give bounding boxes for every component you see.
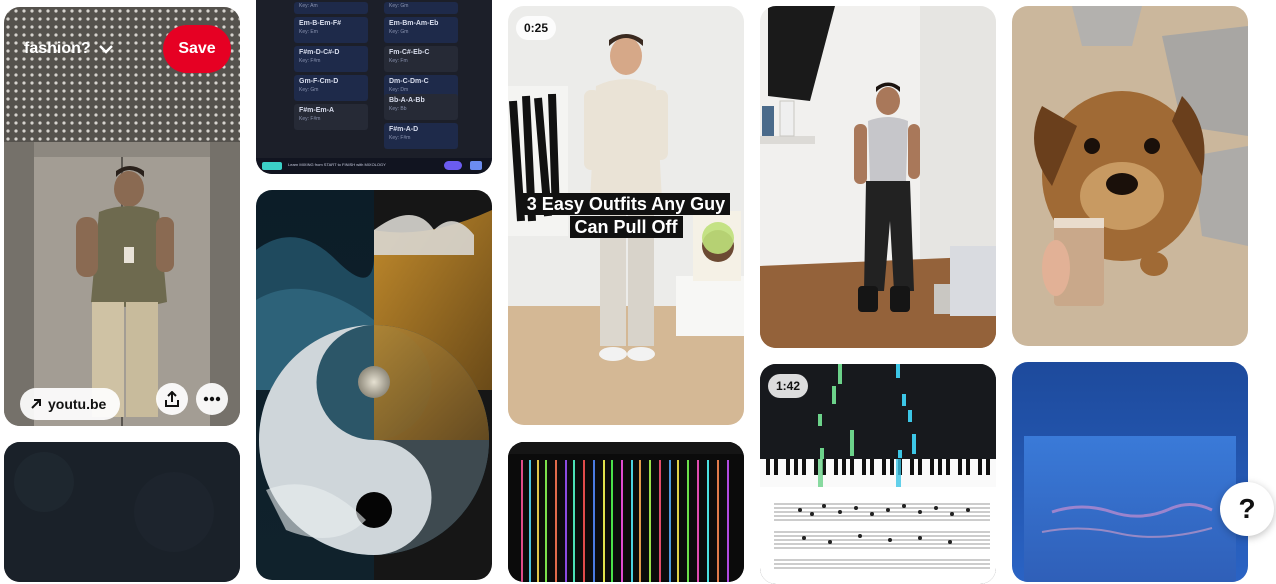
save-button[interactable]: Save bbox=[163, 25, 231, 73]
footer-text: Learn MIXING from START to FINISH with M… bbox=[288, 162, 386, 167]
video-caption-2: Can Pull Off bbox=[508, 216, 744, 239]
caption-line-1: 3 Easy Outfits Any Guy bbox=[521, 193, 731, 215]
board-selector[interactable]: fashion? bbox=[24, 40, 113, 58]
pin-outfits-video[interactable]: 0:25 3 Easy Outfits Any Guy Can Pull Off bbox=[508, 6, 744, 425]
chord-footer: Learn MIXING from START to FINISH with M… bbox=[256, 158, 492, 174]
chord-card: Key: Am bbox=[294, 2, 368, 14]
footer-logo bbox=[262, 162, 282, 170]
source-link[interactable]: youtu.be bbox=[20, 388, 121, 420]
help-icon: ? bbox=[1238, 493, 1256, 524]
share-icon bbox=[165, 391, 179, 407]
chord-card: Em-B-Em-F# Key: Em bbox=[294, 17, 368, 43]
video-duration: 0:25 bbox=[516, 16, 557, 40]
chord-card: F#m-A-D Key: F#m bbox=[384, 123, 458, 149]
pin-yin-yang-art[interactable] bbox=[256, 190, 492, 580]
pin-image bbox=[508, 442, 744, 582]
pin-image bbox=[1012, 6, 1248, 346]
caption-line-2: Can Pull Off bbox=[569, 216, 683, 238]
chord-card: Gm-F-Cm-D Key: Gm bbox=[294, 75, 368, 101]
chord-card: F#m-Em-A Key: F#m bbox=[294, 104, 368, 130]
pin-image bbox=[760, 6, 996, 348]
pin-image bbox=[1012, 362, 1248, 582]
chevron-down-icon bbox=[98, 45, 113, 54]
share-button[interactable] bbox=[156, 383, 188, 415]
chord-card: Em-Bm-Am-Eb Key: Gm bbox=[384, 17, 458, 43]
pin-blue-sky[interactable] bbox=[1012, 362, 1248, 582]
pin-color-lines[interactable] bbox=[508, 442, 744, 582]
chord-card: F#m-D-C#-D Key: F#m bbox=[294, 46, 368, 72]
pin-chord-progressions[interactable]: Key: Am Em-B-Em-F# Key: Em F#m-D-C#-D Key:… bbox=[256, 0, 492, 174]
arrow-up-right-icon bbox=[31, 399, 41, 409]
source-domain: youtu.be bbox=[48, 396, 107, 412]
pin-puppy[interactable] bbox=[1012, 6, 1248, 346]
more-options-button[interactable] bbox=[196, 383, 228, 415]
footer-icon bbox=[470, 161, 482, 170]
help-button[interactable]: ? bbox=[1220, 482, 1274, 536]
pin-image bbox=[4, 442, 240, 582]
pin-elevator[interactable]: fashion? Save youtu.be bbox=[4, 7, 240, 426]
footer-button bbox=[444, 161, 462, 170]
board-name: fashion? bbox=[24, 40, 91, 57]
chord-card: Bb-A-A-Bb Key: Bb bbox=[384, 94, 458, 120]
pin-piano-tutorial[interactable]: 1:42 bbox=[760, 364, 996, 584]
video-caption: 3 Easy Outfits Any Guy bbox=[508, 193, 744, 216]
chord-grid: Key: Am Em-B-Em-F# Key: Em F#m-D-C#-D Key:… bbox=[256, 0, 492, 174]
chord-card: Fm-C#-Eb-C Key: Fm bbox=[384, 46, 458, 72]
pin-corridor-outfit[interactable] bbox=[760, 6, 996, 348]
video-duration: 1:42 bbox=[768, 374, 809, 398]
pin-image bbox=[256, 190, 492, 580]
chord-card: Key: Gm bbox=[384, 2, 458, 14]
pin-dark-texture[interactable] bbox=[4, 442, 240, 582]
more-icon bbox=[203, 396, 221, 402]
